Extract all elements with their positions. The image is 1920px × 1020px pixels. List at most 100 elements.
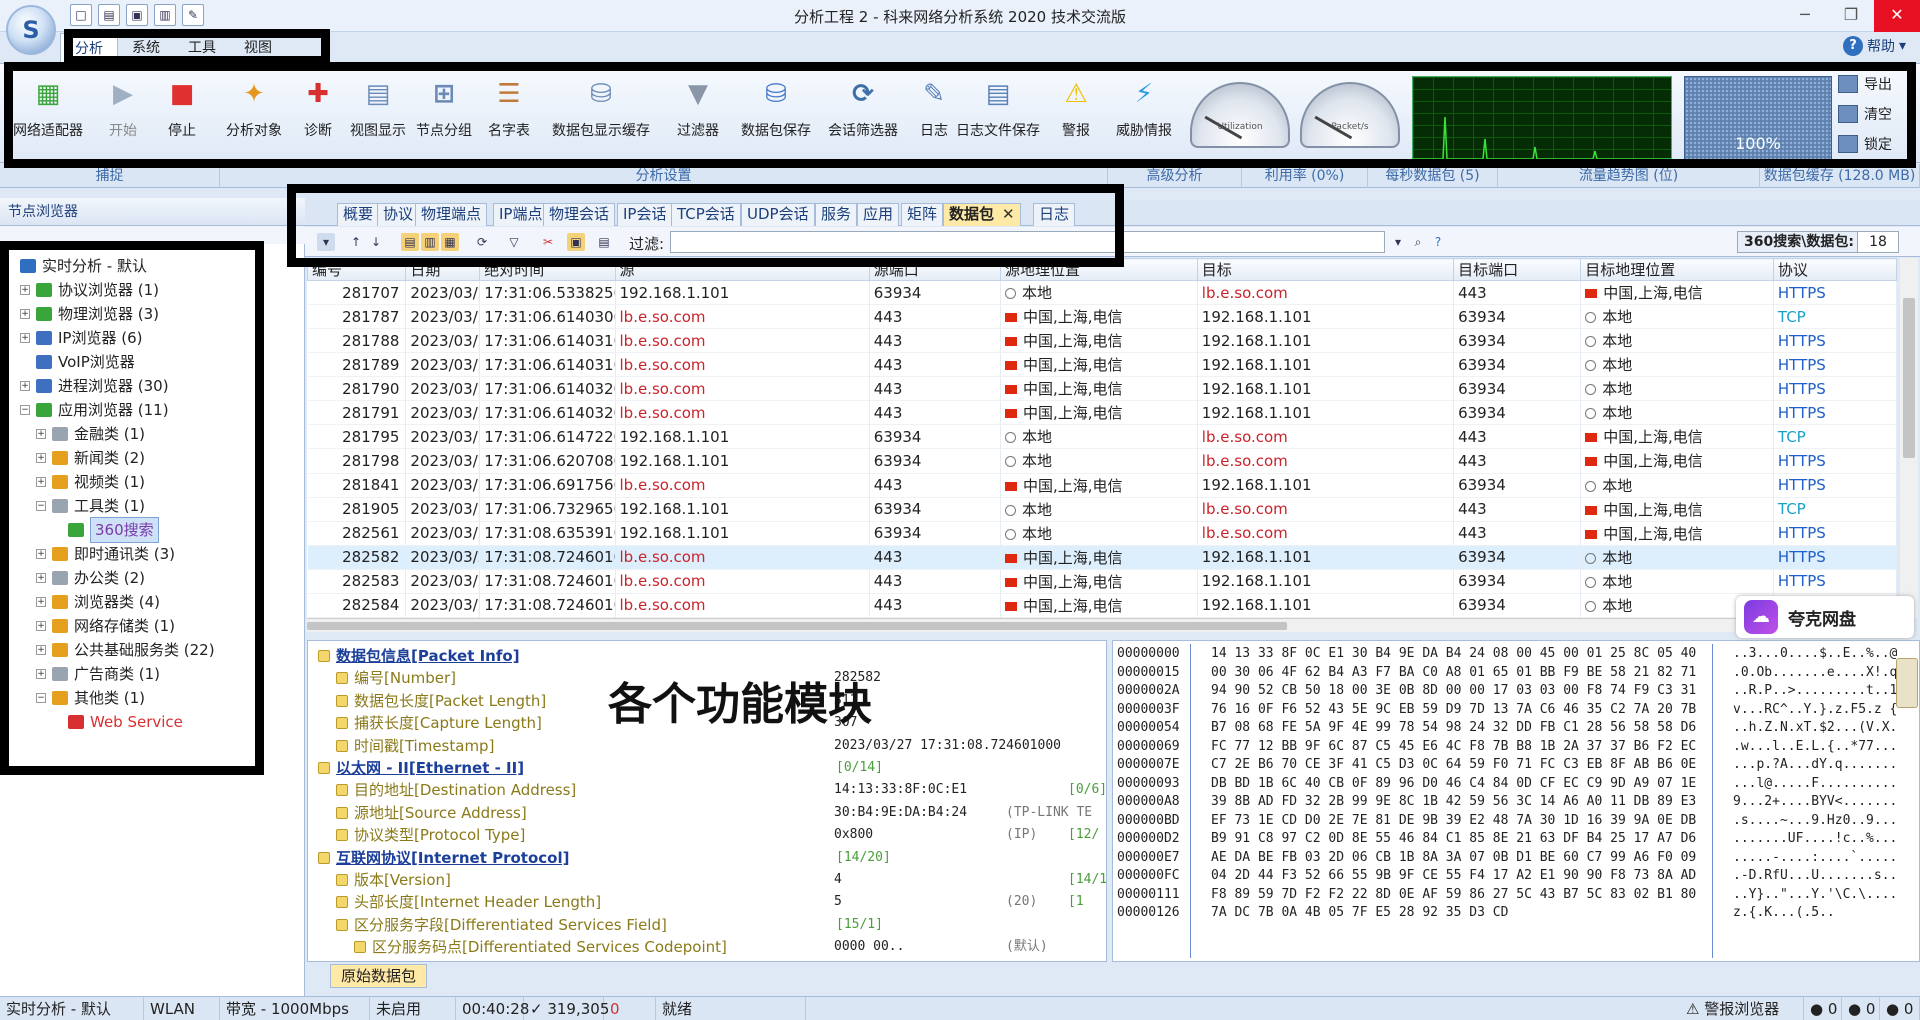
table-cell: 17:31:08.724601000 <box>479 593 616 619</box>
field-icon <box>336 672 348 685</box>
table-cell: 281787 <box>307 304 407 330</box>
restore-icon[interactable]: ❐ <box>1828 0 1874 32</box>
table-row[interactable]: 281841 2023/03/27 17:31:06.691756000 lb.e.s… <box>307 473 1898 498</box>
detail-row[interactable]: 源地址[Source Address] 30:B4:9E:DA:B4:24 (TP-… <box>308 802 1106 824</box>
table-cell: lb.e.so.com <box>1197 448 1455 474</box>
table-cell: 2023/03/27 <box>405 545 481 570</box>
table-cell: TCP <box>1773 304 1898 330</box>
table-cell: 17:31:06.614031000 <box>479 352 616 378</box>
cell-text: 63934 <box>873 500 922 519</box>
table-row[interactable]: 282584 2023/03/27 17:31:08.724601000 lb.e.s… <box>307 593 1898 619</box>
table-row[interactable]: 281795 2023/03/27 17:31:06.614722000 192.16… <box>307 424 1898 450</box>
hex-row[interactable]: 0000003F 76 16 0F F6 52 43 5E 9C EB 59 D9… <box>1117 701 1897 720</box>
cell-text: 443 <box>873 403 903 422</box>
table-row[interactable]: 281788 2023/03/27 17:31:06.614031000 lb.e.s… <box>307 328 1898 354</box>
table-row[interactable]: 281798 2023/03/27 17:31:06.620708000 192.16… <box>307 448 1898 474</box>
cell-text: 17:31:08.724601000 <box>484 548 614 567</box>
hex-row[interactable]: 00000093 DB BD 1B 6C 40 CB 0F 89 96 D0 46… <box>1117 775 1897 794</box>
china-flag-icon <box>1004 481 1017 491</box>
hex-row[interactable]: 000000FC 04 2D 44 F3 52 66 55 9B 9F CE 55… <box>1117 867 1897 886</box>
table-row[interactable]: 281789 2023/03/27 17:31:06.614031000 lb.e.s… <box>307 352 1898 378</box>
column-header[interactable]: 协议 <box>1772 258 1898 281</box>
column-header[interactable]: 目标 <box>1196 258 1455 281</box>
hex-bytes: B9 91 C8 97 C2 0D 8E 55 46 84 C1 85 8E 2… <box>1211 831 1697 846</box>
table-row[interactable]: 282582 2023/03/27 17:31:08.724601000 lb.e.s… <box>307 545 1898 570</box>
table-row[interactable]: 282561 2023/03/27 17:31:08.635391000 192.16… <box>307 521 1898 546</box>
window-controls: ─ ❐ ✕ <box>1782 0 1920 32</box>
table-row[interactable]: 282583 2023/03/27 17:31:08.724601000 lb.e.s… <box>307 569 1898 594</box>
detail-row[interactable]: 互联网协议[Internet Protocol] [14/20] <box>308 847 1106 869</box>
table-cell: HTTPS <box>1773 280 1898 306</box>
hex-row[interactable]: 000000A8 39 8B AD FD 32 2B 99 9E 8C 1B 42… <box>1117 793 1897 812</box>
filter-help-icon[interactable]: ? <box>1429 233 1447 251</box>
detail-field-value: 14:13:33:8F:0C:E1 <box>834 782 968 798</box>
detail-row[interactable]: 时间戳[Timestamp] 2023/03/27 17:31:08.724601… <box>308 735 1106 757</box>
hex-row[interactable]: 00000069 FC 77 12 BB 9F 6C 87 C5 45 E6 4C… <box>1117 738 1897 757</box>
overlay-caption: 各个功能模块 <box>608 679 872 730</box>
scroll-thumb-h[interactable] <box>307 622 1287 630</box>
detail-field-name: 版本[Version] <box>336 869 451 891</box>
table-row[interactable]: 281790 2023/03/27 17:31:06.614032000 lb.e.s… <box>307 376 1898 402</box>
table-row[interactable]: 281905 2023/03/27 17:31:06.732965000 192.16… <box>307 497 1898 522</box>
hex-row[interactable]: 0000002A 94 90 52 CB 50 18 00 3E 0B 8D 00… <box>1117 682 1897 701</box>
hex-row[interactable]: 000000D2 B9 91 C8 97 C2 0D 8E 55 46 84 C1… <box>1117 830 1897 849</box>
globe-icon <box>1004 528 1016 540</box>
cell-text: HTTPS <box>1777 379 1826 398</box>
hex-row[interactable]: 00000126 7A DC 7B 0A 4B 05 7F E5 28 92 35… <box>1117 904 1835 923</box>
cell-text: 192.168.1.101 <box>1201 355 1312 374</box>
cell-text: lb.e.so.com <box>619 307 706 326</box>
cell-text: 中国,上海,电信 <box>1603 284 1703 303</box>
detail-row[interactable]: 版本[Version] 4 [14/1] <box>308 869 1106 891</box>
help-label: 帮助 <box>1866 39 1895 55</box>
table-row[interactable]: 281787 2023/03/27 17:31:06.614030000 lb.e.s… <box>307 304 1898 330</box>
hex-row[interactable]: 0000007E C7 2E B6 70 CE 3F 41 C5 D3 0C 64… <box>1117 756 1897 775</box>
search-icon[interactable]: ⌕ <box>1409 233 1427 251</box>
detail-row[interactable]: 头部长度[Internet Header Length] 5 (20) [1 <box>308 891 1106 913</box>
status-text: 就绪 <box>656 997 806 1020</box>
detail-row[interactable]: 显示拥塞通告[Explicit Congestion Notification]… <box>308 959 1106 962</box>
cell-text: 本地 <box>1602 332 1633 351</box>
detail-field-name: 显示拥塞通告[Explicit Congestion Notification] <box>354 959 708 962</box>
close-icon[interactable]: ✕ <box>1874 0 1920 32</box>
column-header[interactable]: 目标端口 <box>1453 258 1582 281</box>
table-cell: HTTPS <box>1773 376 1898 402</box>
cell-text: 63934 <box>1458 379 1506 398</box>
hex-row[interactable]: 000000E7 AE DA BE FB 03 2D 06 CB 1B 8A 3A… <box>1117 849 1897 868</box>
cell-text: 中国,上海,电信 <box>1022 380 1123 399</box>
raw-packet-tab[interactable]: 原始数据包 <box>330 964 428 988</box>
table-cell: TCP <box>1773 424 1898 450</box>
table-row[interactable]: 281707 2023/03/27 17:31:06.533825000 192.16… <box>307 280 1898 306</box>
hex-row[interactable]: 00000111 F8 89 59 7D F2 F2 22 8D 0E AF 59… <box>1117 886 1897 905</box>
cell-text: TCP <box>1777 500 1806 519</box>
detail-row[interactable]: 区分服务字段[Differentiated Services Field] [15… <box>308 914 1106 936</box>
detail-row[interactable]: 目的地址[Destination Address] 14:13:33:8F:0C:… <box>308 779 1106 801</box>
help-button[interactable]: ? 帮助 ▾ <box>1842 36 1906 56</box>
hex-row[interactable]: 00000054 B7 08 68 FE 5A 9F 4E 99 78 54 98… <box>1117 719 1897 738</box>
table-cell: 281795 <box>307 424 407 450</box>
cell-text: 282582 <box>342 548 400 567</box>
hex-row[interactable]: 000000BD EF 73 1E CD D0 2E 7E 81 DE 9B 39… <box>1117 812 1897 831</box>
hex-row[interactable]: 00000000 14 13 33 8F 0C E1 30 B4 9E DA B4… <box>1117 645 1897 664</box>
cell-text: 2023/03/27 <box>410 572 478 591</box>
detail-row[interactable]: 以太网 - II[Ethernet - II] [0/14] <box>308 757 1106 779</box>
detail-row[interactable]: 数据包信息[Packet Info] <box>308 645 1106 667</box>
table-horizontal-scrollbar[interactable] <box>307 618 1897 632</box>
cell-text: 282583 <box>342 572 400 591</box>
quark-drive-badge[interactable]: ☁ 夸克网盘 <box>1736 596 1914 638</box>
app-logo-icon[interactable]: S <box>6 5 56 55</box>
cell-text: 2023/03/27 <box>410 283 478 302</box>
detail-row[interactable]: 区分服务码点[Differentiated Services Codepoint… <box>308 936 1106 958</box>
scroll-thumb[interactable] <box>1903 298 1915 458</box>
table-cell: 中国,上海,电信 <box>1580 448 1774 474</box>
cell-text: 443 <box>873 548 903 567</box>
column-header[interactable]: 目标地理位置 <box>1580 258 1774 281</box>
hex-ascii: .-D.RfU...U.......s.. <box>1733 868 1898 883</box>
table-vertical-scrollbar[interactable] <box>1900 258 1918 618</box>
hex-ascii: .......UF....!c..%... <box>1733 831 1898 846</box>
table-row[interactable]: 281791 2023/03/27 17:31:06.614032000 lb.e.s… <box>307 400 1898 426</box>
minimize-icon[interactable]: ─ <box>1782 0 1828 32</box>
detail-row[interactable]: 协议类型[Protocol Type] 0x800 (IP) [12/ <box>308 824 1106 846</box>
side-handle[interactable] <box>1896 658 1918 708</box>
filter-dropdown-icon[interactable]: ▾ <box>1389 233 1407 251</box>
hex-row[interactable]: 00000015 00 30 06 4F 62 B4 A3 F7 BA C0 A8… <box>1117 664 1897 683</box>
